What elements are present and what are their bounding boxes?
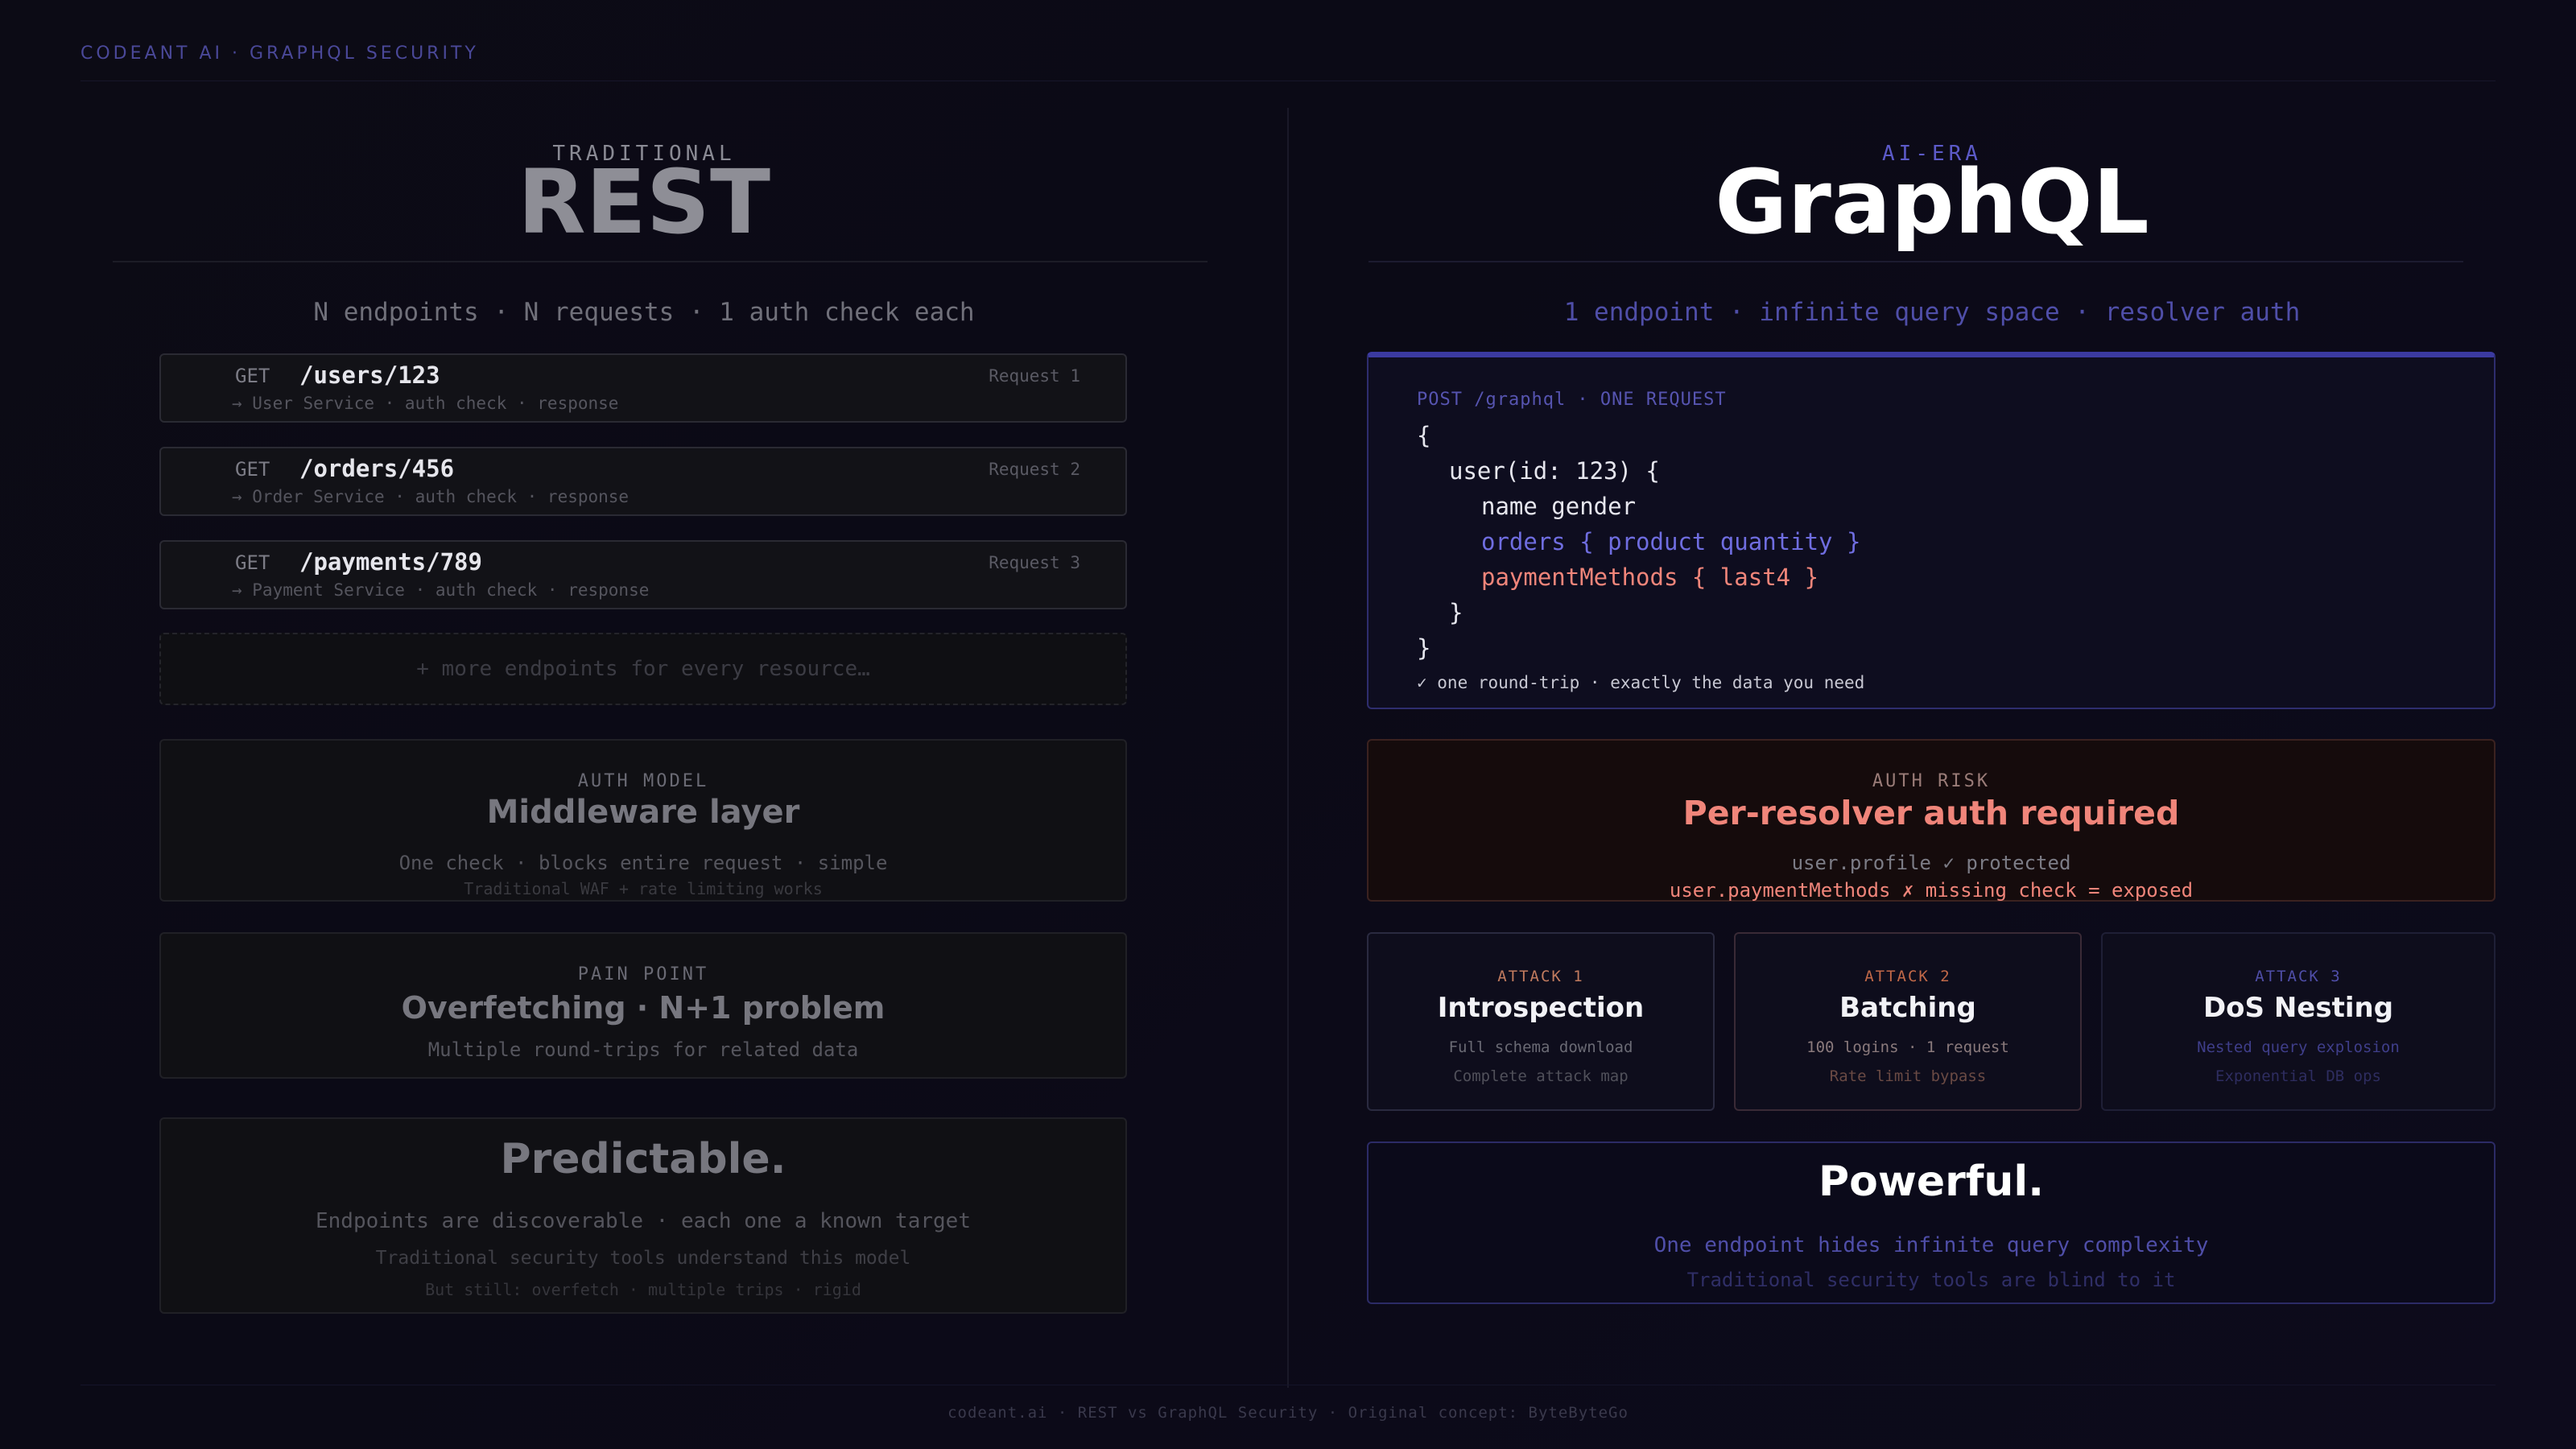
attack-kicker: ATTACK 3 bbox=[2255, 968, 2342, 985]
card-title: Overfetching · N+1 problem bbox=[401, 990, 886, 1026]
attack-card-introspection[interactable]: ATTACK 1 Introspection Full schema downl… bbox=[1367, 932, 1715, 1111]
card-kicker: AUTH RISK bbox=[1872, 771, 1991, 791]
summary-title: Powerful. bbox=[1818, 1158, 2044, 1206]
endpoint-path: /users/123 bbox=[299, 361, 440, 389]
rest-title-rule bbox=[113, 261, 1208, 262]
rest-request-card-3[interactable]: GET /payments/789 Request 3 → Payment Se… bbox=[159, 540, 1127, 609]
summary-faint-line: Traditional security tools are blind to … bbox=[1686, 1269, 2176, 1291]
attack-title: Introspection bbox=[1437, 992, 1645, 1024]
column-divider bbox=[1287, 108, 1289, 1388]
request-number: Request 1 bbox=[989, 366, 1080, 386]
summary-line: Endpoints are discoverable · each one a … bbox=[316, 1209, 971, 1233]
attack-title: DoS Nesting bbox=[2202, 992, 2394, 1024]
summary-line-2: Traditional security tools understand th… bbox=[375, 1248, 911, 1269]
summary-line: One endpoint hides infinite query comple… bbox=[1653, 1233, 2209, 1257]
request-flow: → User Service · auth check · response bbox=[232, 394, 619, 413]
attack-card-batching[interactable]: ATTACK 2 Batching 100 logins · 1 request… bbox=[1734, 932, 2082, 1111]
request-flow: → Payment Service · auth check · respons… bbox=[232, 580, 650, 600]
attack-kicker: ATTACK 1 bbox=[1497, 968, 1584, 985]
card-faint-line: Traditional WAF + rate limiting works bbox=[464, 879, 823, 898]
card-title: Per-resolver auth required bbox=[1682, 794, 2180, 832]
graphql-tagline: 1 endpoint · infinite query space · reso… bbox=[1563, 298, 2301, 327]
rest-pain-point-card: PAIN POINT Overfetching · N+1 problem Mu… bbox=[159, 932, 1127, 1079]
summary-title: Predictable. bbox=[500, 1135, 786, 1183]
graphql-auth-risk-card: AUTH RISK Per-resolver auth required use… bbox=[1367, 739, 2496, 902]
attack-line-1: Full schema download bbox=[1448, 1038, 1633, 1056]
attack-title: Batching bbox=[1839, 992, 1976, 1024]
attack-line-1: 100 logins · 1 request bbox=[1806, 1038, 2009, 1056]
card-line: One check · blocks entire request · simp… bbox=[398, 852, 888, 874]
card-kicker: PAIN POINT bbox=[577, 964, 709, 985]
http-method: GET bbox=[235, 365, 270, 387]
attack-kicker: ATTACK 2 bbox=[1864, 968, 1951, 985]
query-card-footnote: ✓ one round-trip · exactly the data you … bbox=[1417, 673, 1865, 692]
code-line-orders: orders { product quantity } bbox=[1481, 528, 1861, 555]
code-line: user(id: 123) { bbox=[1449, 457, 1660, 485]
rest-request-card-1[interactable]: GET /users/123 Request 1 → User Service … bbox=[159, 353, 1127, 423]
http-method: GET bbox=[235, 458, 270, 481]
attack-line-2: Rate limit bypass bbox=[1829, 1067, 1987, 1085]
endpoint-path: /payments/789 bbox=[299, 548, 482, 576]
attack-line-2: Exponential DB ops bbox=[2215, 1067, 2381, 1085]
code-line: { bbox=[1417, 422, 1431, 449]
card-title: Middleware layer bbox=[486, 794, 800, 831]
code-line-payments: paymentMethods { last4 } bbox=[1481, 564, 1819, 591]
rest-tagline: N endpoints · N requests · 1 auth check … bbox=[313, 298, 975, 327]
request-number: Request 3 bbox=[989, 553, 1080, 572]
graphql-title: GraphQL bbox=[1715, 151, 2149, 254]
attack-card-dos-nesting[interactable]: ATTACK 3 DoS Nesting Nested query explos… bbox=[2101, 932, 2496, 1111]
top-divider bbox=[80, 80, 2496, 81]
footer-credit: codeant.ai · REST vs GraphQL Security · … bbox=[947, 1404, 1629, 1422]
card-line: Multiple round-trips for related data bbox=[427, 1038, 859, 1061]
more-endpoints-placeholder: + more endpoints for every resource… bbox=[159, 633, 1127, 705]
rest-request-card-2[interactable]: GET /orders/456 Request 2 → Order Servic… bbox=[159, 447, 1127, 516]
rest-auth-model-card: AUTH MODEL Middleware layer One check · … bbox=[159, 739, 1127, 902]
endpoint-path: /orders/456 bbox=[299, 455, 455, 482]
exposed-line: user.paymentMethods ✗ missing check = ex… bbox=[1669, 879, 2194, 902]
protected-line: user.profile ✓ protected bbox=[1791, 852, 2071, 874]
rest-summary-card: Predictable. Endpoints are discoverable … bbox=[159, 1117, 1127, 1314]
attack-line-2: Complete attack map bbox=[1453, 1067, 1629, 1085]
attack-line-1: Nested query explosion bbox=[2197, 1038, 2400, 1056]
code-line: } bbox=[1449, 599, 1463, 626]
card-kicker: AUTH MODEL bbox=[577, 771, 709, 791]
graphql-summary-card: Powerful. One endpoint hides infinite qu… bbox=[1367, 1141, 2496, 1304]
rest-title: REST bbox=[517, 151, 771, 254]
http-method: GET bbox=[235, 551, 270, 574]
code-line: } bbox=[1417, 634, 1431, 662]
code-line: name gender bbox=[1481, 493, 1637, 520]
request-flow: → Order Service · auth check · response bbox=[232, 487, 630, 506]
graphql-title-rule bbox=[1368, 261, 2463, 262]
summary-faint-line: But still: overfetch · multiple trips · … bbox=[425, 1280, 861, 1299]
brand-label: CODEANT AI · GRAPHQL SECURITY bbox=[80, 43, 479, 64]
graphql-query-card: POST /graphql · ONE REQUEST { user(id: 1… bbox=[1367, 352, 2496, 709]
request-number: Request 2 bbox=[989, 460, 1080, 479]
query-card-header: POST /graphql · ONE REQUEST bbox=[1417, 390, 1727, 410]
